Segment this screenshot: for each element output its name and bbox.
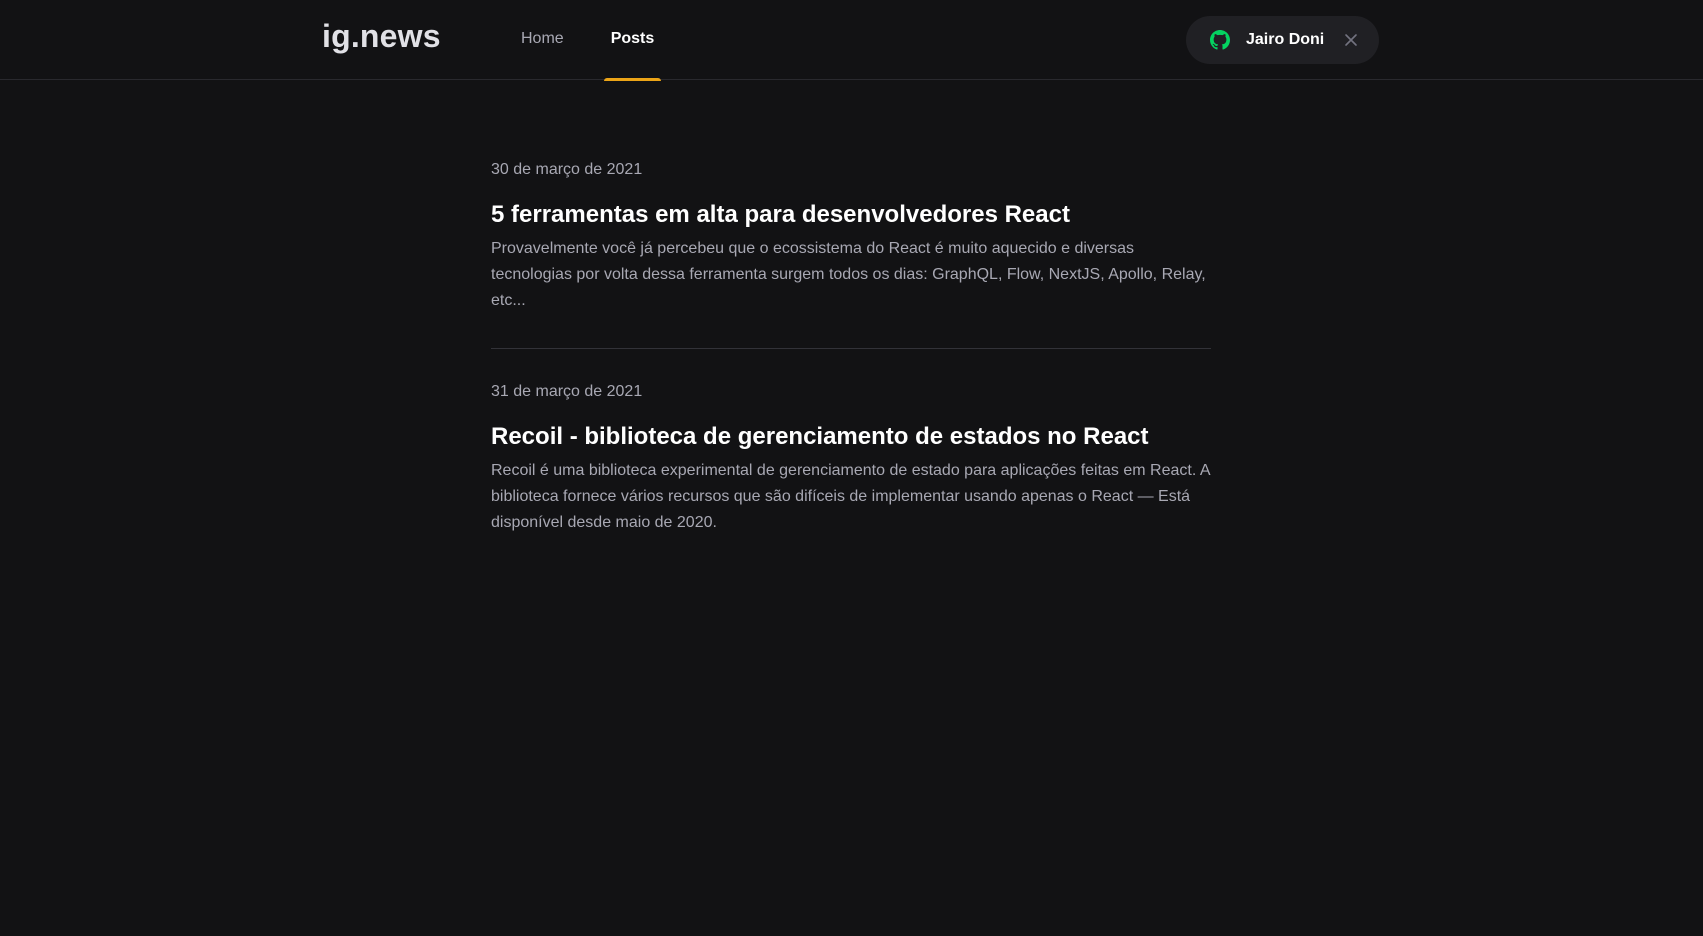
post-date: 31 de março de 2021 xyxy=(491,383,643,400)
app-header: ig.news Home Posts Jairo Doni xyxy=(0,0,1703,81)
post-date: 30 de março de 2021 xyxy=(491,161,643,178)
posts-list: 30 de março de 2021 5 ferramentas em alt… xyxy=(491,160,1211,536)
post-item[interactable]: 30 de março de 2021 5 ferramentas em alt… xyxy=(491,160,1211,314)
user-name: Jairo Doni xyxy=(1246,31,1325,48)
post-item[interactable]: 31 de março de 2021 Recoil - biblioteca … xyxy=(491,382,1211,536)
post-title[interactable]: Recoil - biblioteca de gerenciamento de … xyxy=(491,422,1211,452)
nav-link-posts[interactable]: Posts xyxy=(604,0,661,81)
logo[interactable]: ig.news xyxy=(322,18,441,55)
post-excerpt: Provavelmente você já percebeu que o eco… xyxy=(491,240,1206,309)
post-divider xyxy=(491,348,1211,349)
nav-link-home[interactable]: Home xyxy=(521,0,564,80)
sign-out-button[interactable]: Jairo Doni xyxy=(1186,16,1379,64)
post-excerpt: Recoil é uma biblioteca experimental de … xyxy=(491,462,1210,531)
nav-link-posts-label: Posts xyxy=(610,30,655,47)
post-title[interactable]: 5 ferramentas em alta para desenvolvedor… xyxy=(491,200,1211,230)
github-icon xyxy=(1210,30,1230,50)
close-icon[interactable] xyxy=(1344,33,1358,47)
active-tab-indicator xyxy=(604,78,661,81)
